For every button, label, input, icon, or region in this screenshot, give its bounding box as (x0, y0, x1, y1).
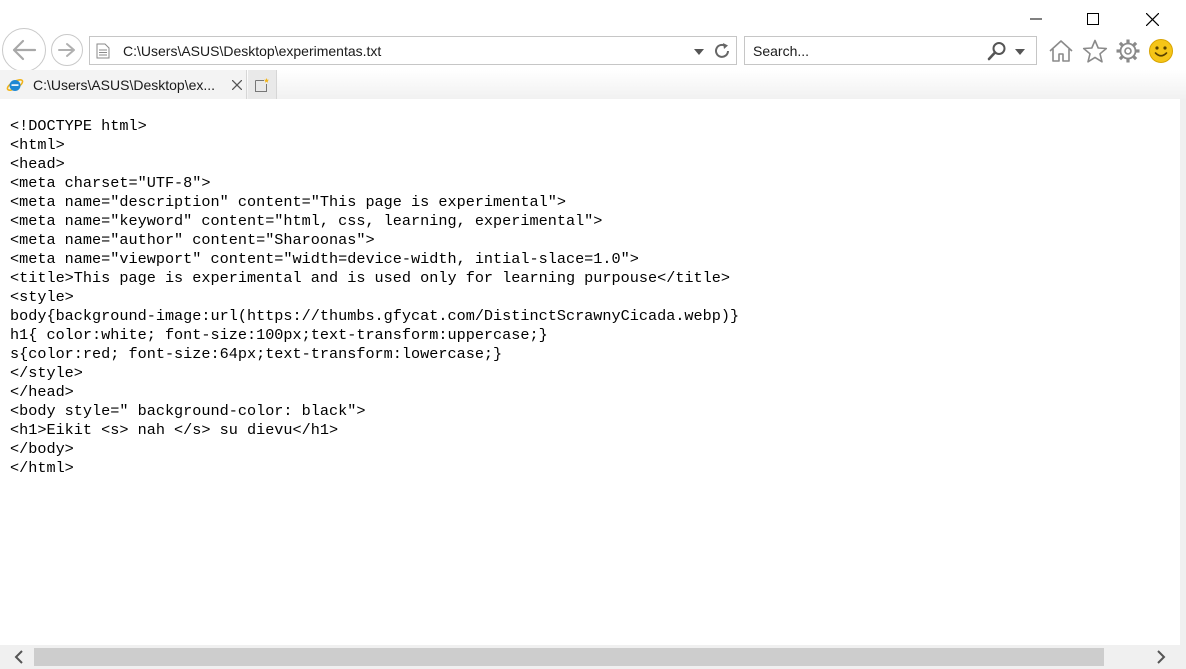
search-box[interactable]: Search... (744, 36, 1037, 65)
code-line: h1{ color:white; font-size:100px;text-tr… (10, 326, 548, 344)
tools-button[interactable] (1114, 37, 1142, 65)
close-button[interactable] (1129, 6, 1175, 32)
source-text: <!DOCTYPE html> <html> <head> <meta char… (10, 117, 739, 478)
back-button[interactable] (2, 28, 46, 72)
code-line: </html> (10, 459, 74, 477)
search-dropdown-icon[interactable] (1014, 48, 1026, 56)
minimize-icon (1030, 18, 1042, 20)
code-line: </head> (10, 383, 74, 401)
code-line: body{background-image:url(https://thumbs… (10, 307, 740, 325)
forward-button[interactable] (51, 34, 83, 66)
code-line: <title>This page is experimental and is … (10, 269, 731, 287)
code-line: <body style=" background-color: black"> (10, 402, 366, 420)
back-arrow-icon (12, 39, 37, 61)
address-bar[interactable]: C:\Users\ASUS\Desktop\experimentas.txt (89, 36, 737, 65)
maximize-icon (1087, 13, 1099, 25)
code-line: <meta charset="UTF-8"> (10, 174, 211, 192)
tab-close-icon[interactable] (232, 80, 242, 90)
minimize-button[interactable] (1013, 6, 1059, 32)
tab-active[interactable]: C:\Users\ASUS\Desktop\ex... (0, 70, 247, 99)
code-line: <!DOCTYPE html> (10, 117, 147, 135)
ie-logo-icon (6, 79, 24, 91)
favorites-star-icon (1082, 39, 1108, 63)
settings-gear-icon (1116, 39, 1140, 63)
horizontal-scrollbar[interactable] (0, 645, 1186, 669)
scroll-thumb[interactable] (34, 648, 1104, 666)
home-button[interactable] (1047, 37, 1075, 65)
maximize-button[interactable] (1070, 6, 1116, 32)
scroll-right-button[interactable] (1146, 645, 1176, 669)
code-line: <head> (10, 155, 65, 173)
code-line: <meta name="viewport" content="width=dev… (10, 250, 639, 268)
refresh-icon[interactable] (712, 41, 732, 61)
code-line: s{color:red; font-size:64px;text-transfo… (10, 345, 503, 363)
code-line: </style> (10, 364, 83, 382)
new-tab-icon (255, 77, 269, 92)
code-line: <html> (10, 136, 65, 154)
chevron-left-icon (14, 650, 23, 664)
close-icon (1145, 12, 1159, 26)
code-line: <meta name="author" content="Sharoonas"> (10, 231, 375, 249)
forward-arrow-icon (58, 43, 75, 57)
favorites-button[interactable] (1081, 37, 1109, 65)
new-tab-button[interactable] (248, 70, 277, 99)
feedback-smiley-icon (1149, 39, 1173, 63)
chevron-right-icon (1157, 650, 1166, 664)
search-input[interactable]: Search... (753, 43, 809, 59)
code-line: </body> (10, 440, 74, 458)
address-dropdown-icon[interactable] (693, 48, 705, 56)
feedback-button[interactable] (1147, 37, 1175, 65)
search-icon[interactable] (987, 41, 1007, 61)
tab-label: C:\Users\ASUS\Desktop\ex... (33, 77, 216, 93)
code-line: <h1>Eikit <s> nah </s> su dievu</h1> (10, 421, 339, 439)
document-view: <!DOCTYPE html> <html> <head> <meta char… (0, 99, 1180, 645)
code-line: <meta name="keyword" content="html, css,… (10, 212, 603, 230)
home-icon (1049, 40, 1073, 62)
vertical-scrollbar[interactable] (1180, 99, 1186, 645)
address-text[interactable]: C:\Users\ASUS\Desktop\experimentas.txt (123, 43, 381, 59)
code-line: <style> (10, 288, 74, 306)
code-line: <meta name="description" content="This p… (10, 193, 566, 211)
page-icon (96, 43, 110, 59)
scroll-left-button[interactable] (4, 645, 34, 669)
